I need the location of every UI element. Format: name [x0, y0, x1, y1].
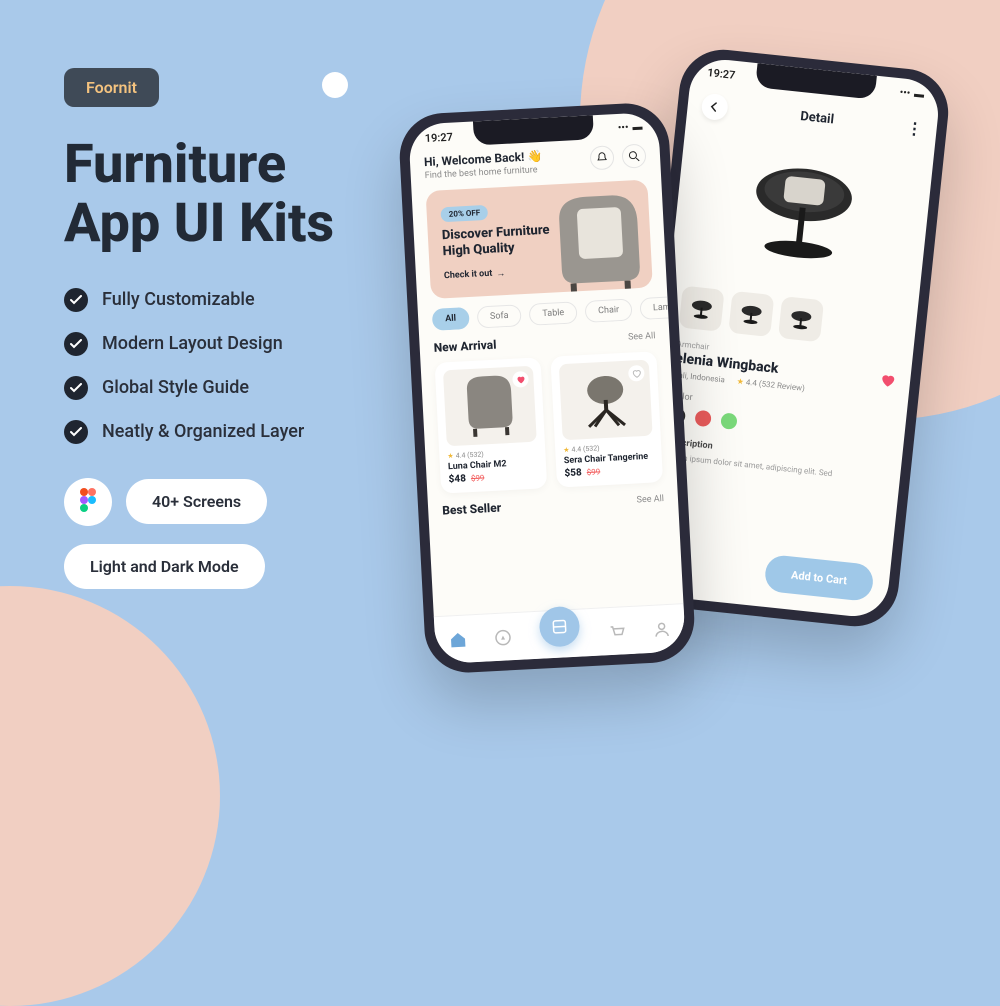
product-price: $48: [448, 473, 466, 485]
section-best-seller: Best Seller: [442, 501, 502, 518]
check-icon: [64, 332, 88, 356]
back-button[interactable]: [700, 93, 729, 122]
chip-sofa[interactable]: Sofa: [476, 304, 522, 328]
check-icon: [64, 288, 88, 312]
feature-item: Modern Layout Design: [64, 332, 334, 356]
color-swatch[interactable]: [720, 412, 738, 430]
bottom-nav: [434, 603, 686, 664]
nav-home-icon[interactable]: [448, 630, 467, 649]
feature-item: Fully Customizable: [64, 288, 334, 312]
brand-chip: Foornit: [64, 68, 159, 107]
feature-list: Fully Customizable Modern Layout Design …: [64, 288, 334, 444]
product-oldprice: $99: [471, 473, 485, 483]
product-oldprice: $99: [587, 467, 601, 477]
favorite-icon[interactable]: [879, 372, 897, 390]
status-time: 19:27: [424, 131, 453, 145]
detail-title: Detail: [800, 109, 835, 127]
product-card[interactable]: ★4.4 (532) Luna Chair M2 $48$99: [435, 357, 548, 493]
check-icon: [64, 420, 88, 444]
main-heading: FurnitureApp UI Kits: [64, 135, 334, 254]
status-time: 19:27: [707, 66, 736, 82]
figma-icon: [64, 478, 112, 526]
status-icons: •••▬: [618, 122, 643, 134]
favorite-button[interactable]: [512, 371, 529, 388]
chip-table[interactable]: Table: [529, 301, 578, 325]
status-icons: •••▬: [899, 87, 925, 101]
discount-badge: 20% OFF: [440, 205, 488, 222]
nav-cart-icon[interactable]: [607, 622, 626, 641]
product-image: [684, 128, 920, 300]
see-all-link[interactable]: See All: [628, 331, 656, 342]
nav-scan-button[interactable]: [538, 605, 580, 647]
chip-all[interactable]: All: [432, 307, 470, 331]
more-button[interactable]: ⋮: [906, 118, 924, 139]
favorite-button[interactable]: [628, 365, 645, 382]
product-thumb: [559, 360, 653, 441]
chip-chair[interactable]: Chair: [585, 298, 633, 322]
thumbnail[interactable]: [778, 296, 824, 342]
phone-mockup-home: 19:27•••▬ Hi, Welcome Back! 👋 Find the b…: [398, 101, 697, 674]
chip-lamp[interactable]: Lamp: [639, 295, 668, 320]
nav-explore-icon[interactable]: [494, 628, 513, 647]
promo-image: [546, 186, 647, 293]
product-price: $58: [564, 467, 582, 479]
mode-pill: Light and Dark Mode: [64, 544, 265, 589]
search-button[interactable]: [621, 144, 646, 169]
thumbnail[interactable]: [679, 286, 725, 332]
screens-pill: 40+ Screens: [126, 479, 267, 524]
notification-button[interactable]: [589, 145, 614, 170]
product-card[interactable]: ★4.4 (532) Sera Chair Tangerine $58$99: [550, 351, 663, 487]
see-all-link[interactable]: See All: [636, 494, 664, 505]
nav-profile-icon[interactable]: [652, 619, 671, 638]
color-swatch[interactable]: [694, 410, 712, 428]
thumbnail[interactable]: [728, 291, 774, 337]
feature-item: Global Style Guide: [64, 376, 334, 400]
check-icon: [64, 376, 88, 400]
add-to-cart-button[interactable]: Add to Cart: [763, 554, 874, 602]
product-thumb: [443, 366, 537, 447]
feature-item: Neatly & Organized Layer: [64, 420, 334, 444]
promo-card[interactable]: 20% OFF Discover FurnitureHigh Quality C…: [426, 179, 653, 298]
